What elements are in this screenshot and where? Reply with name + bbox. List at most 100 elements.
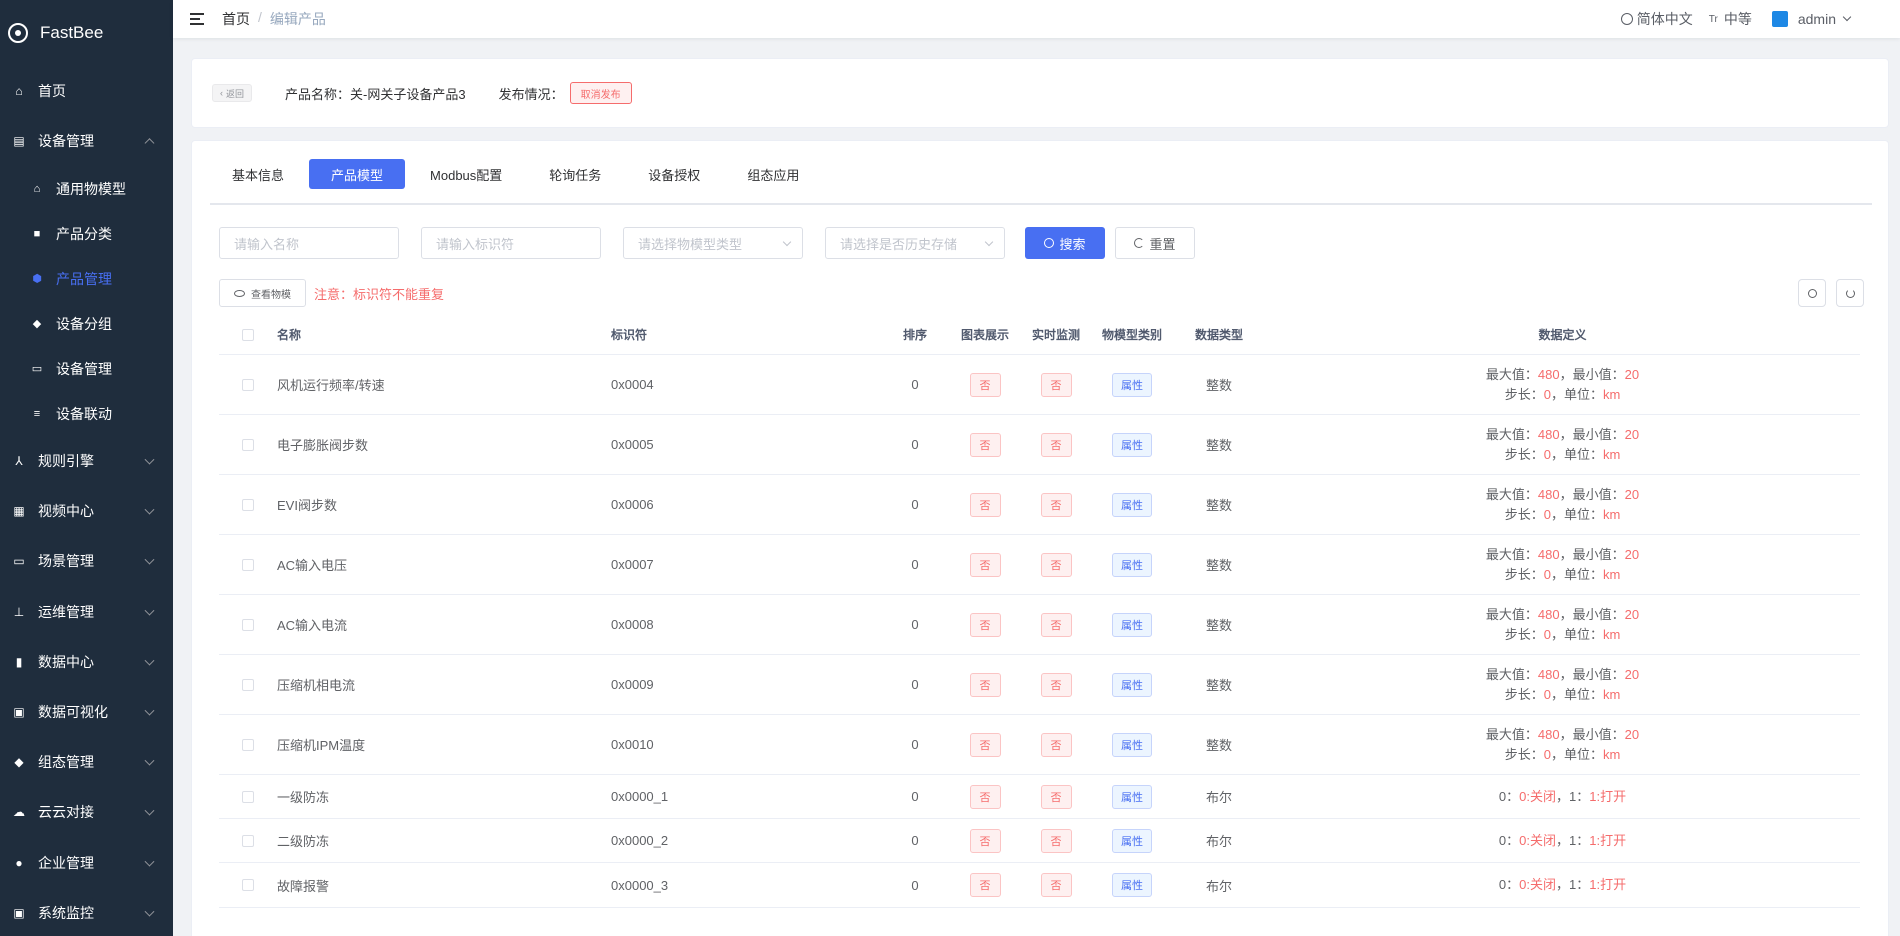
table-row[interactable]: AC输入电压 0x0007 0 否 否 属性 整数 最大值：480，最小值：20…: [219, 535, 1860, 595]
monitor-tag: 否: [1040, 784, 1072, 809]
menu-icon: ▭: [31, 363, 43, 375]
min-value: 20: [1624, 486, 1640, 502]
sidebar-group-item[interactable]: ▦ 视频中心: [0, 486, 173, 536]
breadcrumb-home[interactable]: 首页: [222, 9, 250, 29]
row-checkbox[interactable]: [242, 738, 254, 751]
tab[interactable]: 产品模型: [309, 159, 406, 189]
sidebar-group-item[interactable]: ● 企业管理: [0, 838, 173, 888]
unit-label: ，单位：: [1550, 386, 1603, 402]
model-type-select[interactable]: 请选择物模型类型: [623, 227, 803, 259]
sidebar-group-item[interactable]: ▭ 场景管理: [0, 536, 173, 586]
table-row[interactable]: 电子膨胀阀步数 0x0005 0 否 否 属性 整数 最大值：480，最小值：2…: [219, 415, 1860, 475]
sidebar-subitem[interactable]: ◆ 设备分组: [0, 301, 173, 346]
sidebar-item-device-management[interactable]: ▤ 设备管理: [0, 116, 173, 166]
menu-icon: ☁: [13, 805, 25, 820]
step-value: 0: [1543, 386, 1551, 402]
sidebar-group-item[interactable]: ▣ 系统监控: [0, 888, 173, 936]
sidebar-subitem[interactable]: ▭ 设备管理: [0, 346, 173, 391]
table-row[interactable]: 故障报警 0x0000_3 0 否 否 属性 布尔 0：0:关闭，1：1:打开: [219, 863, 1860, 908]
chevron-down-icon: [144, 856, 155, 867]
row-checkbox[interactable]: [242, 618, 254, 631]
size-switcher[interactable]: Tr 中等: [1709, 9, 1752, 29]
model-type-tag: 属性: [1112, 784, 1152, 809]
sidebar-group-item[interactable]: ◆ 组态管理: [0, 737, 173, 787]
back-button[interactable]: ‹ 返回: [212, 84, 253, 102]
row-checkbox[interactable]: [242, 438, 254, 451]
tab[interactable]: 基本信息: [210, 159, 306, 189]
monitor-tag: 否: [1040, 492, 1072, 517]
row-checkbox[interactable]: [242, 678, 254, 691]
max-label: 最大值：: [1485, 426, 1538, 442]
monitor-tag: 否: [1040, 732, 1072, 757]
logo-text: FastBee: [40, 23, 104, 42]
table-row[interactable]: 二级防冻 0x0000_2 0 否 否 属性 布尔 0：0:关闭，1：1:打开: [219, 819, 1860, 863]
tab[interactable]: Modbus配置: [408, 159, 524, 189]
sidebar-subitem[interactable]: ⌂ 通用物模型: [0, 166, 173, 211]
chart-tag: 否: [969, 784, 1001, 809]
sidebar-subitem[interactable]: ⬢ 产品管理: [0, 256, 173, 301]
bool-key: 0：: [1498, 832, 1520, 848]
sidebar: FastBee ⌂ 首页 ▤ 设备管理 ⌂ 通用物模型 ■ 产品分类 ⬢ 产品管理 ◆ 设备分…: [0, 0, 173, 936]
name-input[interactable]: 请输入名称: [219, 227, 399, 259]
table-row[interactable]: AC输入电流 0x0008 0 否 否 属性 整数 最大值：480，最小值：20…: [219, 595, 1860, 655]
cell-data-type: 布尔: [1205, 790, 1232, 805]
step-label: 步长：: [1504, 686, 1544, 702]
header-name: 名称: [277, 328, 302, 342]
min-value: 20: [1624, 606, 1640, 622]
text-size-icon: Tr: [1708, 13, 1718, 25]
table-row[interactable]: 压缩机相电流 0x0009 0 否 否 属性 整数 最大值：480，最小值：20…: [219, 655, 1860, 715]
separator: ，: [1555, 832, 1569, 848]
sidebar-group-item[interactable]: ☁ 云云对接: [0, 787, 173, 837]
language-switcher[interactable]: 简体中文: [1620, 9, 1693, 29]
sidebar-subitem[interactable]: ≡ 设备联动: [0, 391, 173, 436]
cell-identifier: 0x0010: [611, 737, 654, 752]
search-button[interactable]: 搜索: [1025, 227, 1105, 259]
chevron-up-icon: [144, 138, 155, 149]
hamburger-icon[interactable]: [190, 13, 204, 25]
table-row[interactable]: EVI阀步数 0x0006 0 否 否 属性 整数 最大值：480，最小值：20…: [219, 475, 1860, 535]
view-model-button[interactable]: 查看物模: [219, 279, 306, 307]
row-checkbox[interactable]: [242, 790, 254, 803]
refresh-button[interactable]: [1836, 279, 1864, 307]
table-row[interactable]: 一级防冻 0x0000_1 0 否 否 属性 布尔 0：0:关闭，1：1:打开: [219, 775, 1860, 819]
sidebar-item-home[interactable]: ⌂ 首页: [0, 66, 173, 116]
sidebar-group-item[interactable]: ▣ 数据可视化: [0, 687, 173, 737]
sidebar-group-item[interactable]: ⊥ 运维管理: [0, 587, 173, 637]
step-value: 0: [1543, 566, 1551, 582]
logo[interactable]: FastBee: [0, 0, 173, 66]
sidebar-subitem[interactable]: ■ 产品分类: [0, 211, 173, 256]
tab[interactable]: 组态应用: [725, 159, 821, 189]
sidebar-group-item[interactable]: ▮ 数据中心: [0, 637, 173, 687]
row-checkbox[interactable]: [242, 558, 254, 571]
sidebar-subitem-label: 产品管理: [56, 270, 112, 287]
model-type-tag: 属性: [1112, 432, 1152, 457]
identifier-input[interactable]: 请输入标识符: [421, 227, 601, 259]
table-row[interactable]: 风机运行频率/转速 0x0004 0 否 否 属性 整数 最大值：480，最小值…: [219, 355, 1860, 415]
user-menu[interactable]: admin: [1771, 11, 1852, 27]
device-submenu: ⌂ 通用物模型 ■ 产品分类 ⬢ 产品管理 ◆ 设备分组 ▭ 设备管理 ≡ 设备联动: [0, 166, 173, 436]
reset-button[interactable]: 重置: [1115, 227, 1195, 259]
min-value: 20: [1624, 546, 1640, 562]
sidebar-item-label: 视频中心: [38, 503, 94, 520]
bool-value: 0:关闭: [1519, 832, 1556, 848]
row-checkbox[interactable]: [242, 879, 254, 891]
row-checkbox[interactable]: [242, 834, 254, 847]
row-checkbox[interactable]: [242, 498, 254, 511]
toggle-search-button[interactable]: [1798, 279, 1826, 307]
sidebar-group-item[interactable]: ⅄ 规则引擎: [0, 436, 173, 486]
menu-icon: ⊥: [13, 604, 25, 619]
min-label: ，最小值：: [1559, 546, 1625, 562]
tab[interactable]: 轮询任务: [527, 159, 623, 189]
row-checkbox[interactable]: [242, 378, 254, 391]
tab[interactable]: 设备授权: [626, 159, 722, 189]
menu-icon: ≡: [33, 407, 41, 420]
avatar: [1771, 11, 1788, 27]
unpublish-button[interactable]: 取消发布: [569, 82, 632, 104]
table-row[interactable]: 压缩机IPM温度 0x0010 0 否 否 属性 整数 最大值：480，最小值：…: [219, 715, 1860, 775]
bool-key: 0：: [1498, 788, 1520, 804]
select-all-checkbox[interactable]: [242, 328, 254, 341]
step-label: 步长：: [1504, 746, 1544, 762]
chevron-down-icon: [144, 906, 155, 917]
separator: ，: [1555, 788, 1569, 804]
history-select[interactable]: 请选择是否历史存储: [825, 227, 1005, 259]
